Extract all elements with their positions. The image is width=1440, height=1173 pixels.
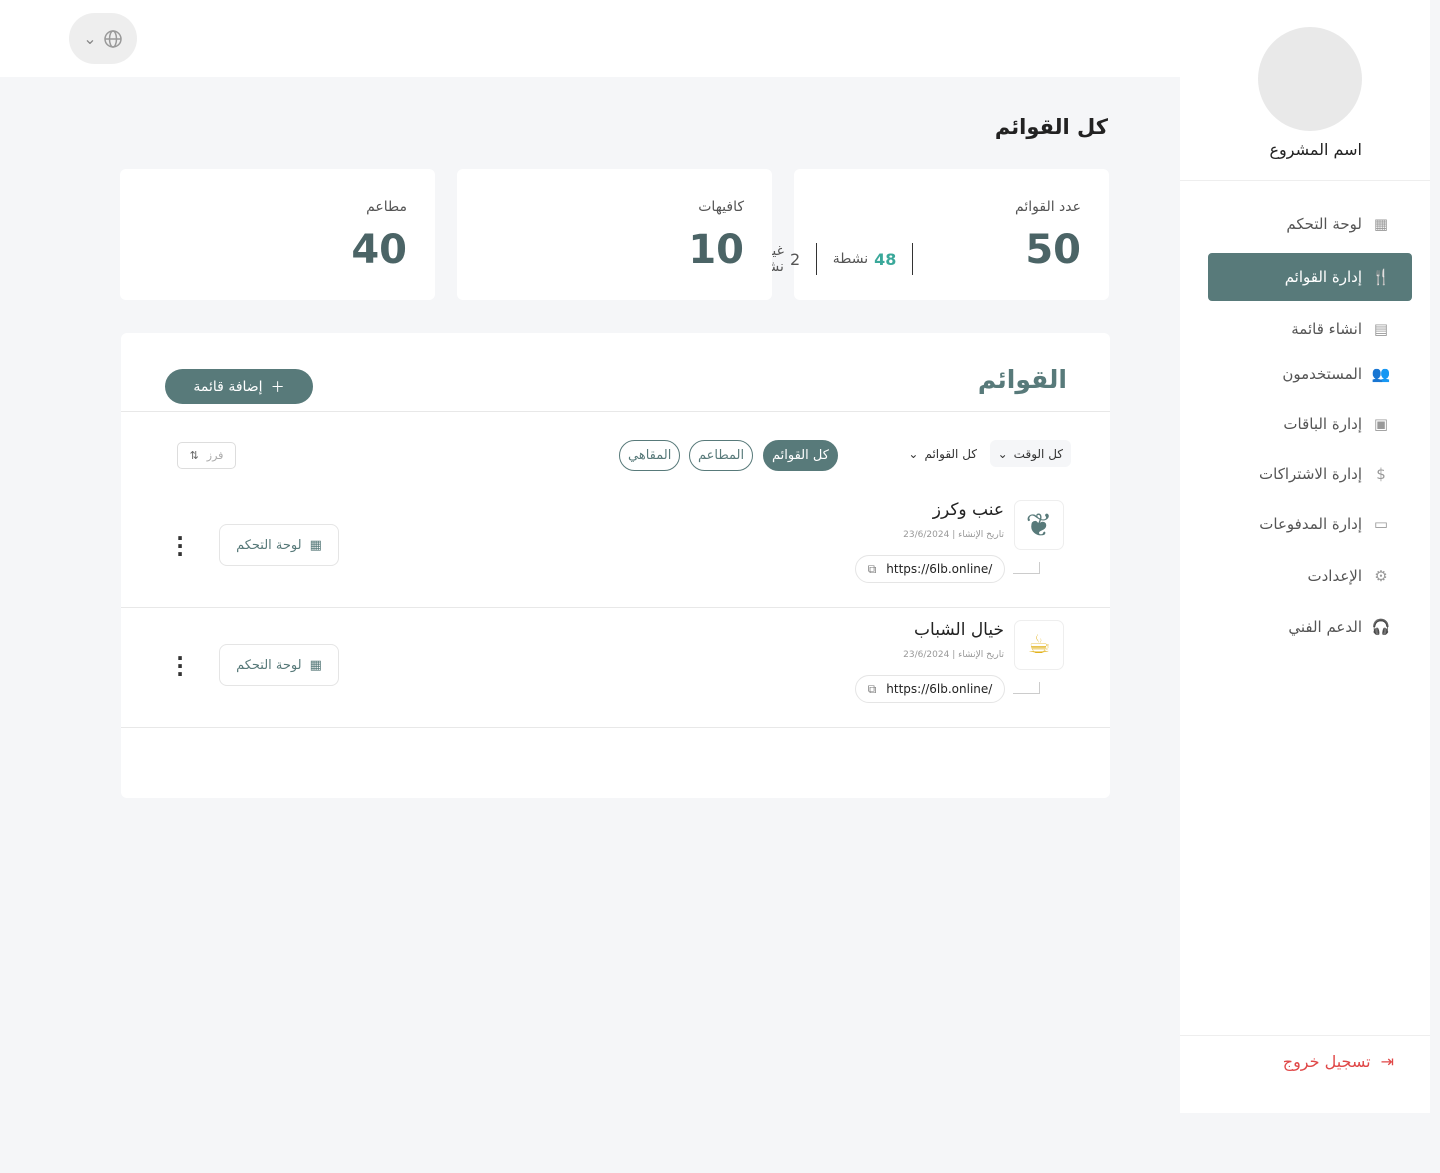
list-name: عنب وكرز [932, 500, 1004, 520]
label: انشاء قائمة [1291, 320, 1362, 338]
restaurant-logo: ❦ [1014, 500, 1064, 550]
divider [121, 607, 1110, 608]
sidebar-item-payments[interactable]: ▭ إدارة المدفوعات [1259, 506, 1392, 542]
pill-cafes[interactable]: المقاهي [619, 440, 681, 471]
divider [121, 727, 1110, 728]
connector [1013, 682, 1040, 694]
url-text: https://6lb.online/ [886, 682, 993, 696]
sort-button[interactable]: فرز ⇅ [177, 442, 236, 469]
label: إضافة قائمة [193, 378, 263, 395]
label: كل الوقت [1013, 446, 1063, 461]
created-date: تاريخ الإنشاء | 23/6/2024 [903, 530, 1004, 540]
lists-panel: القوائم ＋ إضافة قائمة كل الوقت ⌄ كل القوائ… [121, 333, 1110, 798]
grid-icon: ▦ [309, 657, 322, 673]
sidebar: اسم المشروع ▦ لوحة التحكم 🍴 إدارة القوائم … [1180, 0, 1430, 1113]
sidebar-item-users[interactable]: 👥 المستخدمون [1282, 356, 1392, 392]
logout-button[interactable]: ⇥ تسجيل خروج [1283, 1052, 1394, 1071]
sort-icon: ⇅ [189, 449, 199, 462]
url-chip[interactable]: https://6lb.online/ ⧉ [855, 555, 1005, 583]
label: لوحة التحكم [1286, 215, 1362, 233]
sidebar-item-packages[interactable]: ▣ إدارة الباقات [1283, 406, 1392, 442]
active-count: 48 [874, 249, 897, 269]
page-title: كل القوائم [994, 115, 1108, 139]
sidebar-item-support[interactable]: 🎧 الدعم الفني [1288, 609, 1392, 645]
project-name: اسم المشروع [1269, 140, 1362, 159]
stat-label: كافيهات [698, 199, 744, 215]
copy-icon[interactable]: ⧉ [868, 682, 877, 697]
project-avatar [1258, 27, 1362, 131]
divider [816, 243, 817, 275]
divider [1180, 1035, 1430, 1036]
stat-label: مطاعم [366, 199, 407, 215]
connector [1013, 562, 1040, 574]
url-text: https://6lb.online/ [886, 562, 993, 576]
label: تسجيل خروج [1282, 1052, 1371, 1071]
chevron-down-icon: ⌄ [908, 446, 919, 461]
label: إدارة المدفوعات [1259, 515, 1362, 533]
grid-icon: ▦ [309, 537, 322, 553]
label: المستخدمون [1282, 365, 1362, 383]
document-icon: ▤ [1373, 320, 1389, 338]
stat-value: 40 [351, 227, 407, 273]
lists-title: القوائم [977, 365, 1067, 394]
copy-icon[interactable]: ⧉ [868, 562, 877, 577]
stat-breakdown: 48 نشطة 2 غير نشطة [748, 243, 913, 275]
sidebar-item-create-menu[interactable]: ▤ انشاء قائمة [1291, 311, 1392, 347]
chevron-down-icon: ⌄ [83, 29, 97, 48]
stat-restaurants: مطاعم 40 [120, 169, 435, 300]
list-row: ❦ عنب وكرز تاريخ الإنشاء | 23/6/2024 htt… [121, 490, 1110, 610]
divider [1180, 180, 1430, 181]
label: كل القوائم [924, 446, 977, 461]
label: إدارة الاشتراكات [1259, 465, 1362, 483]
more-options-icon[interactable]: · · · [175, 648, 185, 684]
sidebar-item-subscriptions[interactable]: $ إدارة الاشتراكات [1259, 456, 1392, 492]
label: إدارة القوائم [1284, 268, 1362, 286]
lists-filter-dropdown[interactable]: كل القوائم ⌄ [900, 440, 985, 467]
label: لوحة التحكم [236, 537, 302, 553]
stat-value: 10 [688, 227, 744, 273]
headset-icon: 🎧 [1371, 618, 1391, 636]
inactive-count: 2 [789, 249, 801, 269]
label: إدارة الباقات [1283, 415, 1362, 433]
dashboard-button[interactable]: ▦ لوحة التحكم [219, 644, 339, 686]
plus-icon: ＋ [270, 379, 285, 396]
top-bar [0, 0, 1180, 77]
sidebar-item-menus[interactable]: 🍴 إدارة القوائم [1208, 253, 1412, 301]
chevron-down-icon: ⌄ [997, 446, 1008, 461]
active-label: نشطة [832, 251, 869, 267]
grid-icon: ▦ [1373, 215, 1389, 233]
dashboard-button[interactable]: ▦ لوحة التحكم [219, 524, 339, 566]
list-row: ☕ خيال الشباب تاريخ الإنشاء | 23/6/2024 … [121, 610, 1110, 730]
more-options-icon[interactable]: · · · [175, 528, 185, 564]
label: الدعم الفني [1288, 618, 1362, 636]
sidebar-item-settings[interactable]: ⚙ الإعدادت [1307, 558, 1392, 594]
stat-value: 50 [1025, 227, 1081, 273]
created-date: تاريخ الإنشاء | 23/6/2024 [903, 650, 1004, 660]
package-icon: ▣ [1373, 415, 1389, 433]
time-filter-dropdown[interactable]: كل الوقت ⌄ [989, 440, 1071, 467]
add-list-button[interactable]: ＋ إضافة قائمة [165, 369, 313, 404]
stat-total: عدد القوائم 50 48 نشطة 2 غير نشطة [749, 169, 1109, 300]
menu-icon: 🍴 [1371, 268, 1391, 286]
divider [121, 411, 1110, 412]
payments-icon: ▭ [1373, 515, 1389, 533]
sidebar-item-dashboard[interactable]: ▦ لوحة التحكم [1286, 206, 1392, 242]
restaurant-logo: ☕ [1014, 620, 1064, 670]
label: فرز [206, 449, 224, 462]
logout-icon: ⇥ [1380, 1052, 1394, 1071]
list-name: خيال الشباب [914, 620, 1004, 640]
subscription-icon: $ [1376, 465, 1386, 483]
language-selector[interactable]: ⌄ [69, 13, 137, 64]
label: لوحة التحكم [236, 657, 302, 673]
pill-all-lists[interactable]: كل القوائم [763, 440, 838, 471]
users-icon: 👥 [1371, 365, 1391, 383]
globe-icon [103, 29, 122, 48]
divider [912, 243, 913, 275]
gear-icon: ⚙ [1374, 567, 1388, 585]
pill-restaurants[interactable]: المطاعم [689, 440, 754, 471]
stat-label: عدد القوائم [1015, 199, 1081, 215]
stat-cafes: كافيهات 10 [457, 169, 772, 300]
label: الإعدادت [1307, 567, 1362, 585]
url-chip[interactable]: https://6lb.online/ ⧉ [855, 675, 1005, 703]
